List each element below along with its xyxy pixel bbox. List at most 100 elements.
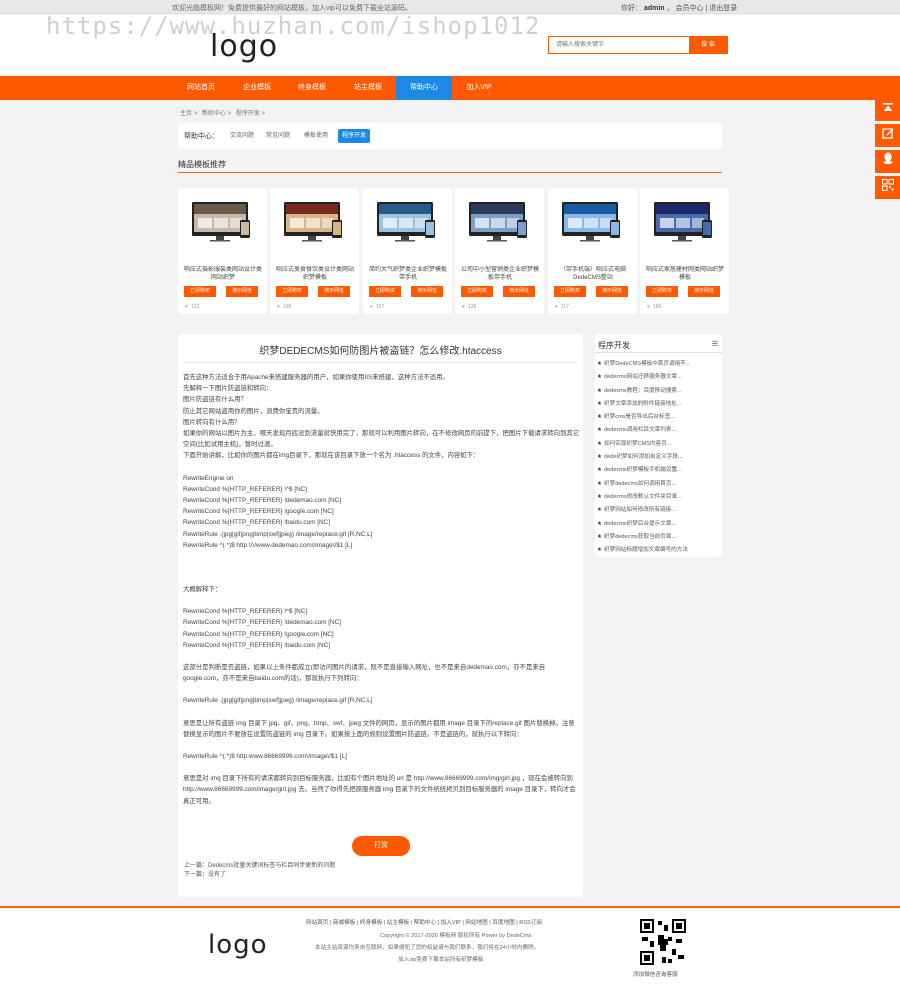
template-thumbnail[interactable] (463, 198, 535, 248)
tab-template-usage[interactable]: 模板使用 (300, 129, 332, 143)
nav-item-enterprise[interactable]: 企业模板 (230, 76, 284, 100)
nav-item-owner[interactable]: 站主模板 (341, 76, 395, 100)
template-title[interactable]: 响应式家居建材网类网站织梦模板 (646, 266, 724, 282)
template-thumbnail[interactable] (186, 198, 258, 248)
breadcrumb-help[interactable]: 帮助中心 (202, 111, 226, 117)
breadcrumb-home[interactable]: 主页 (180, 111, 192, 117)
template-thumbnail[interactable] (556, 198, 628, 248)
next-article-link[interactable]: 下一篇：没有了 (184, 869, 226, 878)
sidebar-article-link[interactable]: ★ dedecms调用栏目文章列表... (597, 424, 719, 437)
template-card[interactable]: 响应式美食餐饮类设计类网站织梦模板 立即购买 演示网址 ♥ 198 (270, 188, 359, 314)
buy-now-button[interactable]: 立即购买 (461, 286, 493, 297)
star-icon: ★ (597, 400, 603, 407)
demo-link-button[interactable]: 演示网址 (596, 286, 628, 297)
sidebar-article-link[interactable]: ★ 织梦dedecms如何调用首页... (597, 478, 719, 491)
qrcode-label: 添加微信咨询客服 (633, 972, 678, 978)
nav-item-vip[interactable]: 加入VIP (452, 76, 506, 100)
footer-vip-note[interactable]: 加入vip免费下载本站所有织梦模板 (398, 955, 483, 963)
sidebar-article-link[interactable]: ★ dedecms织梦后台提示文章... (597, 518, 719, 531)
buy-now-button[interactable]: 立即购买 (554, 286, 586, 297)
sidebar-article-link[interactable]: ★ dede织梦如何添加自定义字段... (597, 451, 719, 464)
sidebar-article-link[interactable]: ★ dedecms织梦模板手机端设置... (597, 464, 719, 477)
buy-now-button[interactable]: 立即购买 (184, 286, 216, 297)
sidebar-article-link[interactable]: ★ 织梦dedecms获取当前页面... (597, 531, 719, 544)
tab-program-dev[interactable]: 程序开发 (338, 129, 371, 143)
article-paragraph: RewriteEngine on (183, 474, 234, 482)
article-paragraph: 首先这种方法适合于用Apache来搭建服务器的用户，如果你使用IIS来搭建，这种… (183, 374, 449, 381)
article-paragraph: RewriteCond %{HTTP_REFERER} !dedemao.com… (183, 619, 342, 627)
demo-link-button[interactable]: 演示网址 (318, 286, 350, 297)
buy-now-button[interactable]: 立即购买 (646, 286, 678, 297)
template-title[interactable]: 响应式美食餐饮类设计类网站织梦模板 (276, 266, 354, 282)
template-card[interactable]: 简约大气织梦类企业织梦模板带手机 立即购买 演示网址 ♥ 157 (363, 188, 452, 314)
template-card[interactable]: 公司中小型营销类企业织梦模板带手机 立即购买 演示网址 ♥ 138 (455, 188, 544, 314)
demo-link-button[interactable]: 演示网址 (411, 286, 443, 297)
sidebar-article-link[interactable]: ★ 如何实现织梦CMS内容页... (597, 438, 719, 451)
sidebar-article-link[interactable]: ★ dedecms网站迁移服务器文章... (597, 371, 719, 384)
template-card[interactable]: 响应式摄影服装类网站设计类网站织梦 立即购买 演示网址 ♥ 123 (178, 188, 267, 314)
footer-disclaimer: 本站主站资源均来自互联网，如果侵犯了您的权益请与我们联系，我们将在24小时内删除… (315, 945, 540, 951)
username-link[interactable]: admin (644, 5, 665, 12)
breadcrumb-dev[interactable]: 程序开发 (236, 111, 260, 117)
footer-links[interactable]: 网站首页 | 商城模板 | 终身模板 | 站主模板 | 帮助中心 | 加入VIP… (306, 918, 542, 926)
template-title[interactable]: 响应式摄影服装类网站设计类网站织梦 (184, 266, 262, 282)
article-paragraph: RewriteRule .(jpg|gif|png|bmp|swf|jpeg) … (183, 530, 373, 538)
template-thumbnail[interactable] (278, 198, 350, 248)
article-paragraph: 图片防盗链有什么用？ (183, 396, 247, 404)
view-count: ♥ 157 (370, 304, 385, 310)
help-center-tabs: 帮助中心： 交流问题 常见问题 模板使用 程序开发 (178, 123, 722, 149)
article-paragraph (183, 595, 581, 606)
heart-icon: ♥ (647, 304, 650, 310)
template-title[interactable]: 简约大气织梦类企业织梦模板带手机 (369, 266, 447, 282)
buy-now-button[interactable]: 立即购买 (276, 286, 308, 297)
sidebar-article-link[interactable]: ★ 织梦网站如何修改所有链接... (597, 504, 719, 517)
search-input[interactable] (549, 37, 689, 53)
member-center-link[interactable]: 会员中心 (675, 5, 703, 12)
template-thumbnail[interactable] (371, 198, 443, 248)
template-card[interactable]: （带手机端）响应式电脑DedeCMS整站 立即购买 演示网址 ♥ 117 (548, 188, 637, 314)
view-count: ♥ 138 (462, 304, 477, 310)
sidebar-article-link[interactable]: ★ 织梦网站标题增加文章编号的方法 (597, 544, 719, 557)
nav-item-home[interactable]: 网站首页 (174, 76, 228, 100)
template-card[interactable]: 响应式家居建材网类网站织梦模板 立即购买 演示网址 ♥ 189 (640, 188, 729, 314)
logout-link[interactable]: 退出登录 (709, 5, 737, 12)
sidebar-title: 程序开发 (598, 341, 630, 350)
sidebar-article-link[interactable]: ★ dedecms修改默认文件夹目录... (597, 491, 719, 504)
featured-section-header: 精品模板推荐 (178, 157, 722, 173)
tab-common-questions[interactable]: 常见问题 (262, 129, 294, 143)
nav-item-lifetime[interactable]: 终身模板 (285, 76, 339, 100)
up-arrow-icon[interactable] (875, 98, 900, 121)
demo-link-button[interactable]: 演示网址 (503, 286, 535, 297)
footer-logo[interactable]: logo (208, 930, 268, 960)
star-icon: ★ (597, 493, 603, 500)
section-title: 精品模板推荐 (178, 160, 226, 169)
article-paragraph (183, 573, 581, 584)
qrcode-icon[interactable] (875, 176, 900, 199)
list-icon[interactable]: ☰ (712, 340, 718, 348)
article-paragraph: RewriteCond %{HTTP_REFERER} !baidu.com [… (183, 641, 331, 649)
tab-faq-exchange[interactable]: 交流问题 (226, 129, 258, 143)
article-title: 织梦DEDECMS如何防图片被盗链？怎么修改.htaccess (259, 346, 502, 357)
buy-now-button[interactable]: 立即购买 (369, 286, 401, 297)
view-count: ♥ 123 (185, 304, 200, 310)
nav-item-help[interactable]: 帮助中心 (396, 76, 452, 100)
template-title[interactable]: 公司中小型营销类企业织梦模板带手机 (461, 266, 539, 282)
reward-button[interactable]: 打赏 (352, 836, 410, 856)
prev-article-link[interactable]: 上一篇：Dedecms批量关键词标签与栏目同步更新的问题 (184, 860, 335, 869)
star-icon: ★ (597, 414, 603, 421)
watermark-text: https://www.huzhan.com/ishop1012 (46, 12, 541, 40)
sidebar-article-link[interactable]: ★ 织梦文章添加的附件链接地址... (597, 398, 719, 411)
qq-icon[interactable] (875, 150, 900, 173)
article-paragraph: 这部分是判断是否盗链，如果以上条件都成立(即访问图片的请求，既不是直接输入网址，… (183, 664, 546, 683)
sidebar-article-link[interactable]: ★ 织梦cms是否导出后台标签... (597, 411, 719, 424)
sidebar-article-link[interactable]: ★ dedecms教程：百度移动搜索... (597, 385, 719, 398)
sidebar-article-link[interactable]: ★ 织梦DedeCMS模板中首页调用不... (597, 358, 719, 371)
demo-link-button[interactable]: 演示网址 (226, 286, 258, 297)
template-title[interactable]: （带手机端）响应式电脑DedeCMS整站 (554, 266, 632, 282)
demo-link-button[interactable]: 演示网址 (688, 286, 720, 297)
article-paragraph: 大概解释下： (183, 586, 222, 594)
search-button[interactable]: 搜 索 (689, 37, 727, 53)
article-paragraph (183, 562, 581, 573)
edit-icon[interactable] (875, 124, 900, 147)
template-thumbnail[interactable] (648, 198, 720, 248)
